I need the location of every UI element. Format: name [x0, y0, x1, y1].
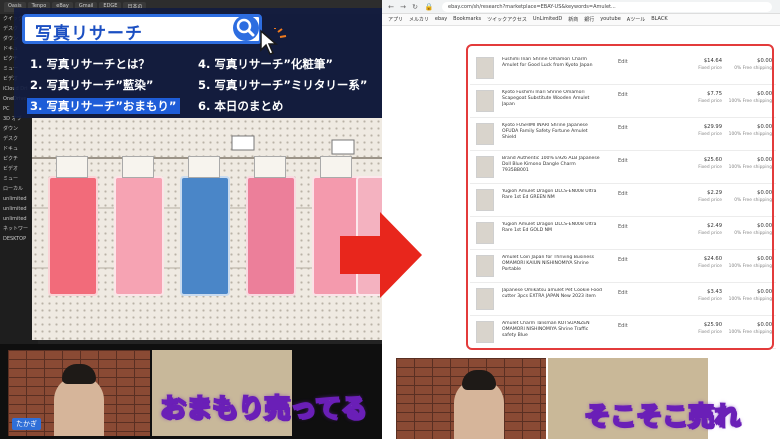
bookmark[interactable]: 新商 — [568, 16, 578, 23]
subtitle-caption-right: そこそこ売れ — [583, 401, 741, 433]
bookmark[interactable]: ツイックアクセス — [487, 16, 527, 23]
omamori-light-pink — [114, 156, 164, 296]
agenda-item: 4. 写真リサーチ”化粧筆” — [198, 57, 333, 71]
browser-toolbar: ← → ↻ 🔒 ebay.com/sh/research?marketplace… — [382, 0, 780, 14]
bookmark[interactable]: 銀行 — [584, 16, 594, 23]
agenda-item: 6. 本日のまとめ — [198, 99, 284, 113]
search-title-box: 写真リサーチ — [22, 14, 262, 44]
bookmark[interactable]: UnLimitedD — [533, 16, 562, 23]
agenda-item-active: 3. 写真リサーチ”おまもり” — [27, 98, 180, 114]
address-bar[interactable]: ebay.com/sh/research?marketplace=EBAY-US… — [442, 2, 772, 12]
bookmark[interactable]: ebay — [435, 16, 447, 23]
bookmark[interactable]: Aツール — [627, 16, 645, 23]
bookmark[interactable]: メルカリ — [409, 16, 429, 23]
agenda-item: 2. 写真リサーチ”藍染” — [30, 78, 154, 92]
webcam-presenter-right — [396, 358, 546, 439]
agenda-item: 1. 写真リサーチとは？ — [30, 57, 150, 71]
search-icon — [233, 15, 259, 41]
agenda-item: 5. 写真リサーチ”ミリタリー系” — [198, 78, 368, 92]
bookmarks-bar: アプリ メルカリ ebay Bookmarks ツイックアクセス UnLimit… — [382, 14, 780, 26]
highlight-box — [466, 44, 774, 350]
omamori-rose — [246, 156, 296, 296]
speaker-name-badge: たかぎ — [12, 418, 41, 430]
back-icon[interactable]: ← — [386, 2, 396, 12]
omamori-blue — [180, 156, 230, 296]
reload-icon[interactable]: ↻ — [410, 2, 420, 12]
search-title: 写真リサーチ — [35, 24, 143, 44]
bookmark[interactable]: youtube — [600, 16, 621, 23]
bookmark[interactable]: Bookmarks — [453, 16, 481, 23]
omamori-photo — [32, 118, 382, 340]
forward-icon[interactable]: → — [398, 2, 408, 12]
lock-icon: 🔒 — [424, 3, 434, 11]
left-screen-capture: Oasis Tenpo eBay Gmail EDGE 日本の クイック デスク… — [0, 0, 382, 439]
arrow-right-icon — [340, 212, 422, 298]
bookmark[interactable]: アプリ — [388, 16, 403, 23]
video-frame: Oasis Tenpo eBay Gmail EDGE 日本の クイック デスク… — [0, 0, 780, 439]
cursor-icon — [260, 28, 287, 55]
subtitle-caption-left: おまもり売ってる — [159, 393, 368, 425]
omamori-pink — [48, 156, 98, 296]
bookmark[interactable]: BLACK — [651, 16, 667, 23]
